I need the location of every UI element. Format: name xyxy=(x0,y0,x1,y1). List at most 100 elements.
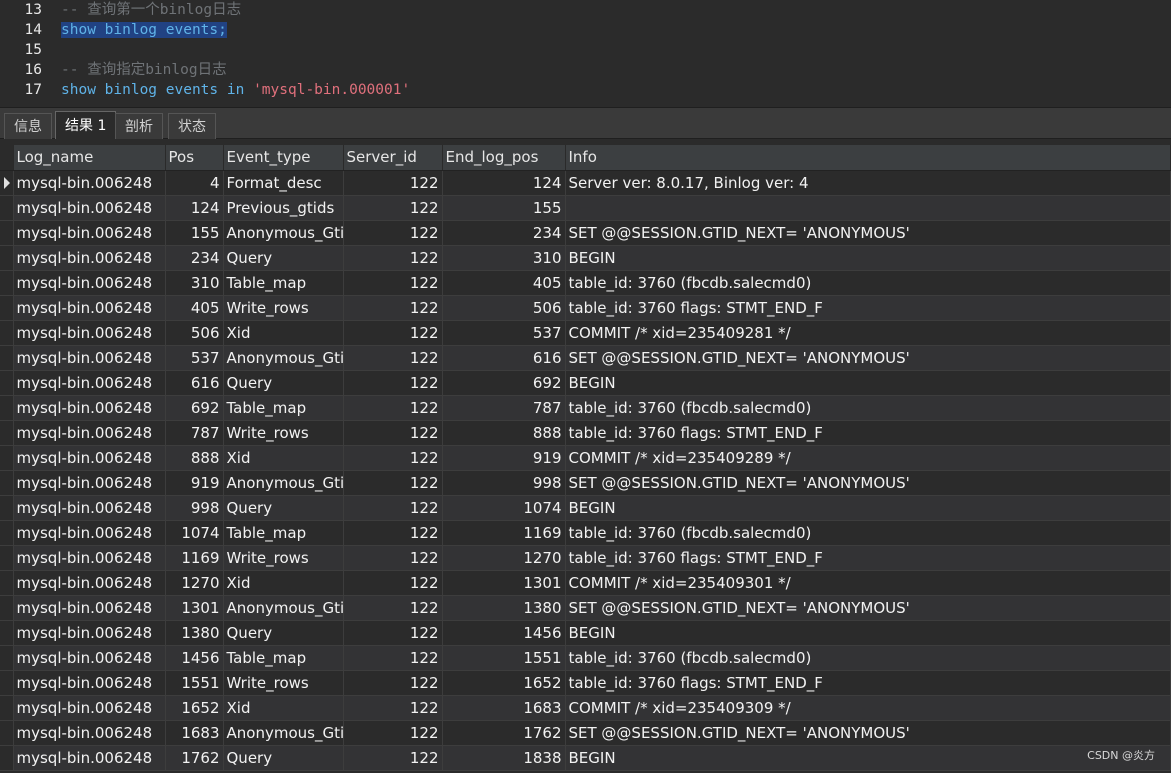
cell-info[interactable]: SET @@SESSION.GTID_NEXT= 'ANONYMOUS' xyxy=(565,345,1171,371)
cell-log-name[interactable]: mysql-bin.006248 xyxy=(13,720,166,746)
cell-info[interactable]: COMMIT /* xid=235409281 */ xyxy=(565,320,1171,346)
cell-info[interactable]: table_id: 3760 flags: STMT_END_F xyxy=(565,295,1171,321)
cell-info[interactable]: table_id: 3760 (fbcdb.salecmd0) xyxy=(565,520,1171,546)
cell-server-id[interactable]: 122 xyxy=(343,245,443,271)
sql-editor[interactable]: 13 -- 查询第一个binlog日志 14 show binlog events; 1… xyxy=(0,0,1171,107)
cell-event-type[interactable]: Anonymous_Gtid xyxy=(223,720,344,746)
cell-end-log-pos[interactable]: 234 xyxy=(442,220,566,246)
cell-log-name[interactable]: mysql-bin.006248 xyxy=(13,745,166,771)
cell-end-log-pos[interactable]: 155 xyxy=(442,195,566,221)
cell-info[interactable]: SET @@SESSION.GTID_NEXT= 'ANONYMOUS' xyxy=(565,220,1171,246)
cell-event-type[interactable]: Table_map xyxy=(223,395,344,421)
cell-info[interactable]: table_id: 3760 flags: STMT_END_F xyxy=(565,670,1171,696)
cell-info[interactable]: COMMIT /* xid=235409289 */ xyxy=(565,445,1171,471)
cell-info[interactable]: COMMIT /* xid=235409309 */ xyxy=(565,695,1171,721)
row-indicator[interactable] xyxy=(0,220,14,246)
cell-end-log-pos[interactable]: 537 xyxy=(442,320,566,346)
table-row[interactable]: mysql-bin.006248 234 Query 122 310 BEGIN xyxy=(0,245,1171,271)
row-indicator[interactable] xyxy=(0,445,14,471)
cell-pos[interactable]: 998 xyxy=(165,495,224,521)
column-header-event-type[interactable]: Event_type xyxy=(223,145,344,171)
cell-end-log-pos[interactable]: 1838 xyxy=(442,745,566,771)
row-indicator[interactable] xyxy=(0,570,14,596)
cell-server-id[interactable]: 122 xyxy=(343,445,443,471)
cell-log-name[interactable]: mysql-bin.006248 xyxy=(13,370,166,396)
cell-log-name[interactable]: mysql-bin.006248 xyxy=(13,320,166,346)
table-row[interactable]: mysql-bin.006248 919 Anonymous_Gtid 122 998 S… xyxy=(0,470,1171,496)
tab-0[interactable]: 信息 xyxy=(4,113,52,139)
cell-pos[interactable]: 155 xyxy=(165,220,224,246)
cell-log-name[interactable]: mysql-bin.006248 xyxy=(13,595,166,621)
code-text[interactable]: show binlog events; xyxy=(61,20,227,40)
table-row[interactable]: mysql-bin.006248 155 Anonymous_Gtid 122 234 S… xyxy=(0,220,1171,246)
cell-event-type[interactable]: Xid xyxy=(223,695,344,721)
cell-info[interactable]: table_id: 3760 flags: STMT_END_F xyxy=(565,420,1171,446)
cell-log-name[interactable]: mysql-bin.006248 xyxy=(13,645,166,671)
cell-pos[interactable]: 1169 xyxy=(165,545,224,571)
table-row[interactable]: mysql-bin.006248 616 Query 122 692 BEGIN xyxy=(0,370,1171,396)
cell-log-name[interactable]: mysql-bin.006248 xyxy=(13,620,166,646)
column-header-pos[interactable]: Pos xyxy=(165,145,224,171)
cell-event-type[interactable]: Anonymous_Gtid xyxy=(223,470,344,496)
table-row[interactable]: mysql-bin.006248 124 Previous_gtids 122 155 xyxy=(0,195,1171,221)
row-indicator[interactable] xyxy=(0,745,14,771)
table-row[interactable]: mysql-bin.006248 1301 Anonymous_Gtid 122 138… xyxy=(0,595,1171,621)
cell-end-log-pos[interactable]: 1301 xyxy=(442,570,566,596)
cell-server-id[interactable]: 122 xyxy=(343,670,443,696)
row-indicator[interactable] xyxy=(0,195,14,221)
cell-info[interactable]: COMMIT /* xid=235409301 */ xyxy=(565,570,1171,596)
cell-event-type[interactable]: Xid xyxy=(223,445,344,471)
cell-pos[interactable]: 1074 xyxy=(165,520,224,546)
cell-pos[interactable]: 1683 xyxy=(165,720,224,746)
cell-end-log-pos[interactable]: 310 xyxy=(442,245,566,271)
cell-pos[interactable]: 1301 xyxy=(165,595,224,621)
cell-end-log-pos[interactable]: 1270 xyxy=(442,545,566,571)
cell-log-name[interactable]: mysql-bin.006248 xyxy=(13,420,166,446)
cell-event-type[interactable]: Previous_gtids xyxy=(223,195,344,221)
cell-log-name[interactable]: mysql-bin.006248 xyxy=(13,345,166,371)
table-row[interactable]: mysql-bin.006248 888 Xid 122 919 COMMIT /* xi… xyxy=(0,445,1171,471)
cell-end-log-pos[interactable]: 787 xyxy=(442,395,566,421)
cell-event-type[interactable]: Write_rows xyxy=(223,670,344,696)
cell-info[interactable]: SET @@SESSION.GTID_NEXT= 'ANONYMOUS' xyxy=(565,470,1171,496)
cell-pos[interactable]: 616 xyxy=(165,370,224,396)
cell-event-type[interactable]: Query xyxy=(223,245,344,271)
cell-server-id[interactable]: 122 xyxy=(343,595,443,621)
cell-info[interactable]: table_id: 3760 (fbcdb.salecmd0) xyxy=(565,395,1171,421)
column-header-end-log-pos[interactable]: End_log_pos xyxy=(442,145,566,171)
cell-server-id[interactable]: 122 xyxy=(343,195,443,221)
cell-pos[interactable]: 405 xyxy=(165,295,224,321)
cell-end-log-pos[interactable]: 1551 xyxy=(442,645,566,671)
row-indicator[interactable] xyxy=(0,520,14,546)
tab-3[interactable]: 状态 xyxy=(168,113,216,139)
cell-end-log-pos[interactable]: 1074 xyxy=(442,495,566,521)
code-text[interactable]: show binlog events in 'mysql-bin.000001' xyxy=(61,80,410,100)
row-indicator[interactable] xyxy=(0,370,14,396)
cell-pos[interactable]: 1551 xyxy=(165,670,224,696)
cell-event-type[interactable]: Write_rows xyxy=(223,545,344,571)
cell-end-log-pos[interactable]: 692 xyxy=(442,370,566,396)
cell-event-type[interactable]: Table_map xyxy=(223,645,344,671)
cell-pos[interactable]: 1380 xyxy=(165,620,224,646)
cell-log-name[interactable]: mysql-bin.006248 xyxy=(13,170,166,196)
row-indicator[interactable] xyxy=(0,545,14,571)
column-header-log-name[interactable]: Log_name xyxy=(13,145,166,171)
cell-log-name[interactable]: mysql-bin.006248 xyxy=(13,670,166,696)
row-indicator[interactable] xyxy=(0,345,14,371)
code-text[interactable]: -- 查询指定binlog日志 xyxy=(61,60,227,80)
cell-pos[interactable]: 4 xyxy=(165,170,224,196)
cell-event-type[interactable]: Table_map xyxy=(223,270,344,296)
table-row[interactable]: mysql-bin.006248 506 Xid 122 537 COMMIT /* xi… xyxy=(0,320,1171,346)
cell-end-log-pos[interactable]: 1683 xyxy=(442,695,566,721)
cell-event-type[interactable]: Query xyxy=(223,370,344,396)
cell-server-id[interactable]: 122 xyxy=(343,420,443,446)
cell-pos[interactable]: 1652 xyxy=(165,695,224,721)
cell-server-id[interactable]: 122 xyxy=(343,395,443,421)
row-indicator[interactable] xyxy=(0,270,14,296)
cell-info[interactable]: table_id: 3760 flags: STMT_END_F xyxy=(565,545,1171,571)
row-indicator[interactable] xyxy=(0,470,14,496)
cell-event-type[interactable]: Anonymous_Gtid xyxy=(223,595,344,621)
cell-info[interactable] xyxy=(565,195,1171,221)
cell-log-name[interactable]: mysql-bin.006248 xyxy=(13,470,166,496)
row-indicator[interactable] xyxy=(0,595,14,621)
